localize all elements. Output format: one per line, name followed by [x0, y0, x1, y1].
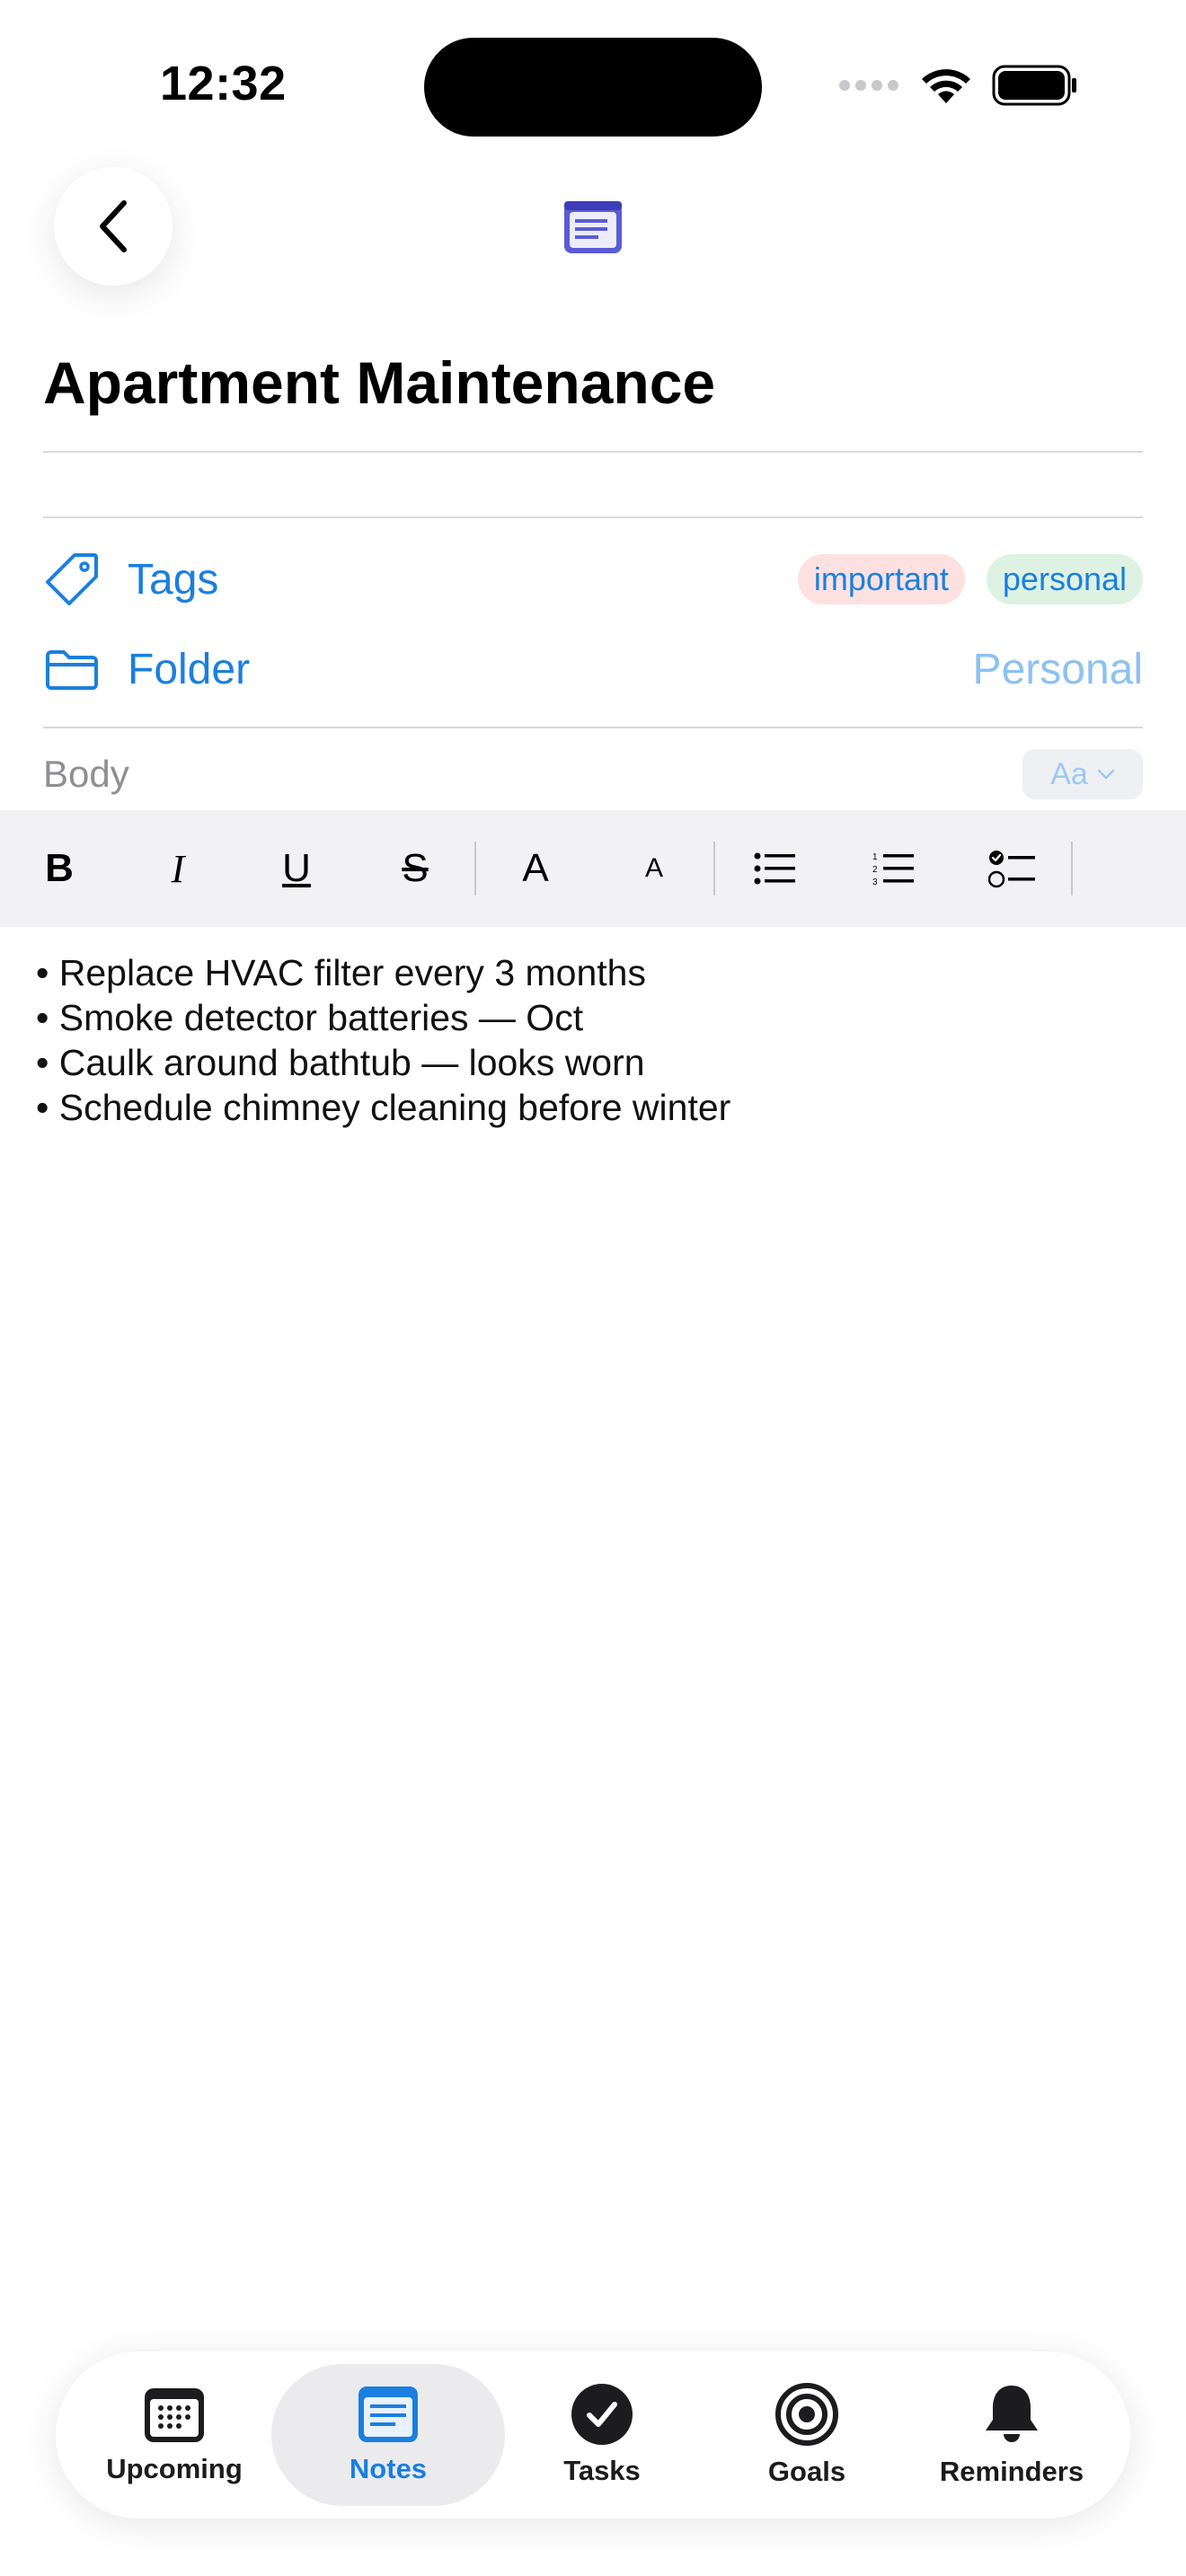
font-style-label: Aa [1050, 756, 1088, 791]
bullet-list-icon [754, 852, 795, 885]
back-button[interactable] [54, 167, 173, 286]
tab-tasks[interactable]: Tasks [503, 2364, 701, 2506]
dynamic-island [424, 38, 762, 137]
tab-label: Reminders [939, 2456, 1084, 2487]
chevron-down-icon [1097, 769, 1115, 780]
note-icon [358, 2386, 418, 2442]
italic-label: I [171, 846, 185, 891]
body-line: • Replace HVAC filter every 3 months [36, 952, 646, 993]
tag-icon [43, 551, 101, 608]
body-line: • Caulk around bathtub — looks worn [36, 1042, 645, 1083]
tab-upcoming[interactable]: Upcoming [75, 2364, 273, 2506]
body-line: • Smoke detector batteries — Oct [36, 997, 584, 1038]
svg-text:1: 1 [872, 852, 878, 862]
bullet-list-button[interactable] [715, 810, 834, 927]
folder-value[interactable]: Personal [973, 645, 1143, 694]
tab-label: Goals [767, 2456, 846, 2487]
tab-label: Upcoming [106, 2453, 243, 2484]
strikethrough-button[interactable]: S [356, 810, 474, 927]
tab-reminders[interactable]: Reminders [913, 2364, 1111, 2506]
svg-text:2: 2 [872, 865, 878, 875]
formatting-toolbar: B I U S A A 1 2 3 [0, 810, 1186, 927]
smaller-font-label: A [644, 853, 663, 883]
checkmark-circle-icon [571, 2384, 633, 2445]
tags-row[interactable]: Tags important personal [43, 550, 1143, 609]
toolbar-separator [1071, 842, 1073, 895]
calendar-icon [145, 2388, 204, 2442]
divider [43, 516, 1143, 518]
strikethrough-label: S [402, 846, 429, 890]
tab-bar: Upcoming Notes Tasks Goals Reminders [56, 2351, 1130, 2519]
tags-label: Tags [128, 555, 219, 604]
note-body[interactable]: • Replace HVAC filter every 3 months • S… [36, 950, 730, 1130]
tab-goals[interactable]: Goals [708, 2364, 906, 2506]
larger-font-button[interactable]: A [476, 810, 595, 927]
checklist-button[interactable] [952, 810, 1071, 927]
tab-label: Tasks [563, 2455, 641, 2486]
wifi-icon [922, 69, 970, 103]
italic-button[interactable]: I [119, 810, 237, 927]
bell-icon [986, 2386, 1038, 2442]
note-icon [562, 199, 624, 260]
tab-label: Notes [349, 2453, 428, 2484]
folder-row[interactable]: Folder Personal [43, 640, 1143, 699]
status-time: 12:32 [160, 57, 287, 110]
note-title[interactable]: Apartment Maintenance [43, 348, 715, 417]
status-right [837, 65, 1078, 106]
bold-button[interactable]: B [0, 810, 119, 927]
font-style-button[interactable]: Aa [1022, 749, 1143, 799]
battery-icon [992, 65, 1076, 106]
checklist-icon [988, 851, 1035, 888]
tag-personal[interactable]: personal [986, 554, 1143, 604]
body-line: • Schedule chimney cleaning before winte… [36, 1087, 731, 1128]
chevron-left-icon [100, 200, 127, 252]
divider [43, 451, 1143, 453]
larger-font-label: A [522, 846, 549, 890]
divider [43, 727, 1143, 728]
numbered-list-icon: 1 2 3 [872, 852, 914, 886]
cellular-signal-icon [839, 80, 898, 91]
folder-icon [43, 640, 101, 698]
body-label: Body [43, 753, 129, 795]
svg-text:3: 3 [872, 878, 878, 886]
tag-important[interactable]: important [797, 554, 965, 604]
folder-label: Folder [128, 645, 251, 693]
target-icon [775, 2383, 838, 2446]
bold-label: B [45, 846, 74, 890]
underline-label: U [282, 846, 311, 890]
smaller-font-button[interactable]: A [595, 810, 713, 927]
underline-button[interactable]: U [237, 810, 356, 927]
tab-notes[interactable]: Notes [271, 2364, 505, 2506]
numbered-list-button[interactable]: 1 2 3 [834, 810, 952, 927]
